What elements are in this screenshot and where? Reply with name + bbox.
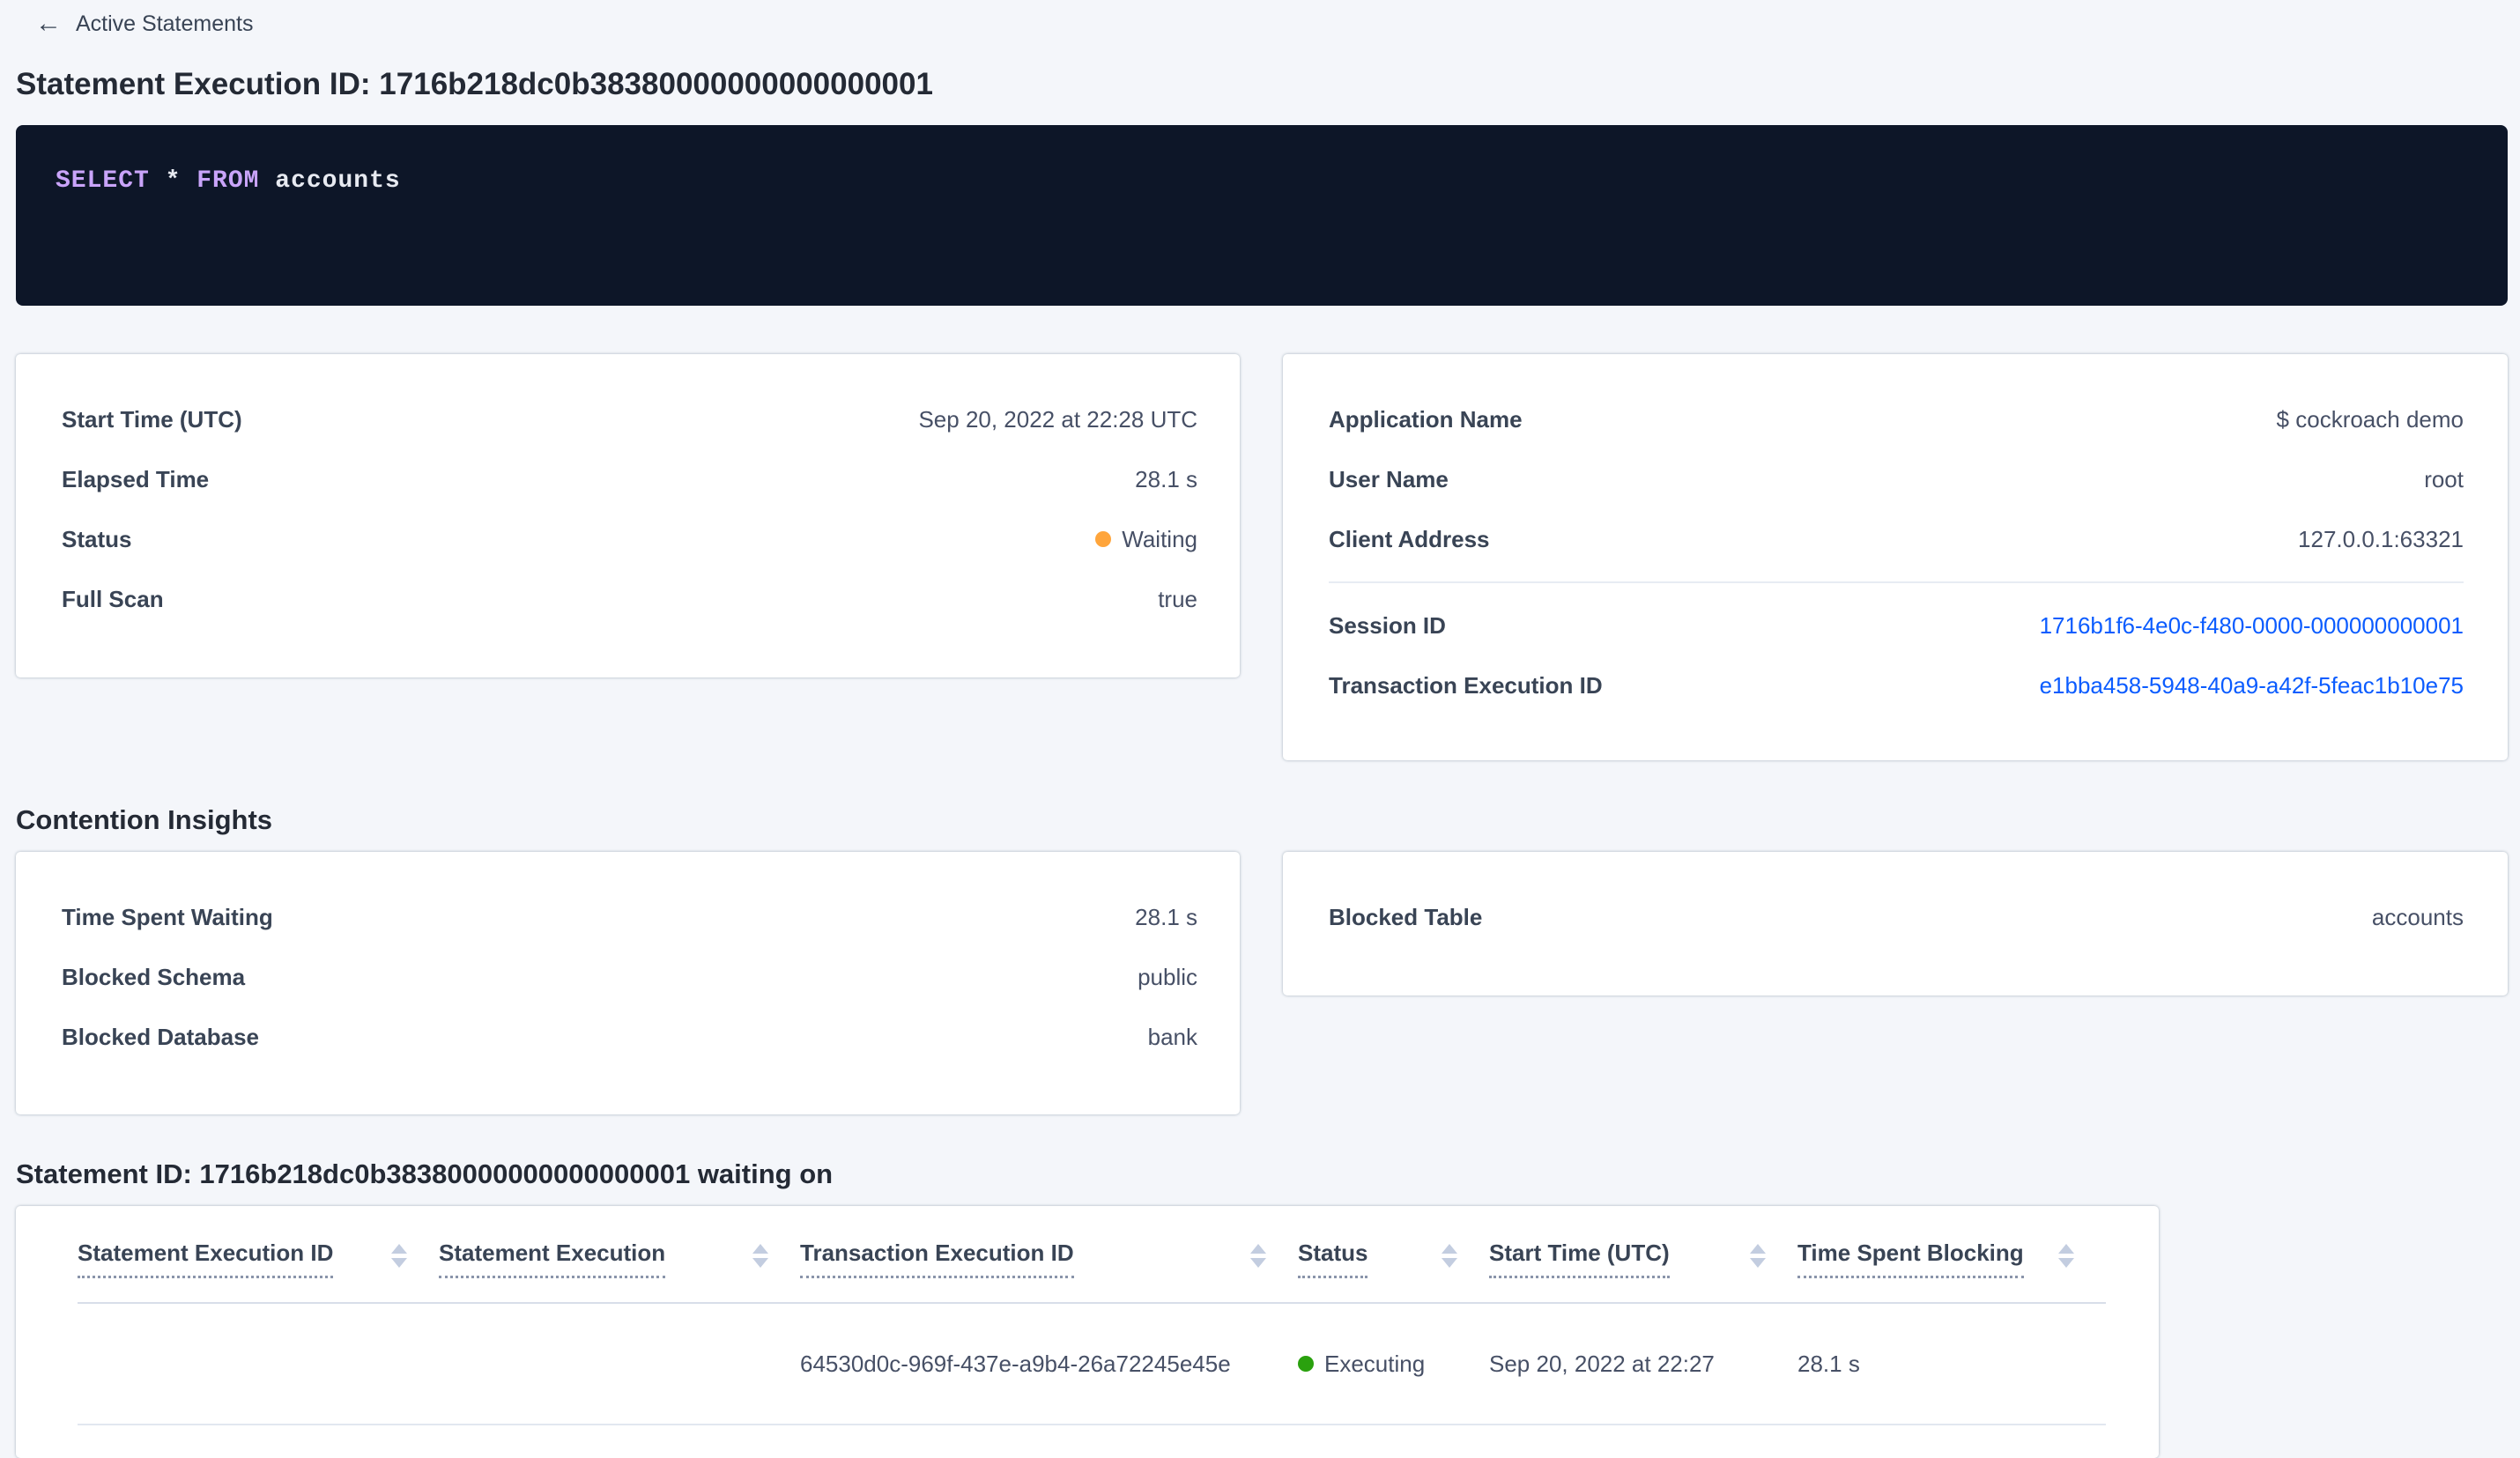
transaction-execution-id-label: Transaction Execution ID [1329, 671, 1603, 699]
time-spent-waiting-row: Time Spent Waiting 28.1 s [62, 887, 1197, 947]
blocked-database-label: Blocked Database [62, 1023, 259, 1050]
status-waiting-dot-icon [1095, 531, 1112, 547]
status-value: Waiting [1095, 526, 1197, 553]
status-executing-dot-icon [1298, 1356, 1314, 1372]
client-address-row: Client Address 127.0.0.1:63321 [1329, 509, 2464, 569]
session-id-link[interactable]: 1716b1f6-4e0c-f480-0000-000000000001 [2040, 612, 2464, 640]
transaction-execution-id-row: Transaction Execution ID e1bba458-5948-4… [1329, 655, 2464, 715]
column-header-label: Status [1298, 1240, 1368, 1278]
full-scan-label: Full Scan [62, 585, 164, 612]
back-arrow-icon: ← [35, 9, 62, 38]
blocked-table-label: Blocked Table [1329, 903, 1483, 930]
time-spent-waiting-label: Time Spent Waiting [62, 903, 273, 930]
page-title: Statement Execution ID: 1716b218dc0b3838… [16, 67, 933, 101]
sql-keyword: FROM [196, 167, 260, 195]
blocked-database-row: Blocked Database bank [62, 1007, 1197, 1067]
contention-waiting-card: Time Spent Waiting 28.1 s Blocked Schema… [16, 852, 1240, 1114]
user-name-value: root [2424, 465, 2464, 492]
session-details-card: Application Name $ cockroach demo User N… [1283, 354, 2508, 760]
client-address-label: Client Address [1329, 525, 1490, 552]
blocked-schema-value: public [1138, 963, 1197, 990]
column-header-label: Transaction Execution ID [800, 1240, 1074, 1278]
application-name-row: Application Name $ cockroach demo [1329, 389, 2464, 449]
cell-status: Executing [1298, 1351, 1489, 1378]
status-label: Status [62, 525, 132, 552]
sort-icon[interactable] [1442, 1244, 1457, 1268]
status-row: Status Waiting [62, 509, 1197, 569]
cell-transaction-execution-id: 64530d0c-969f-437e-a9b4-26a72245e45e [800, 1350, 1231, 1377]
sql-text: * [149, 167, 197, 195]
start-time-label: Start Time (UTC) [62, 405, 242, 433]
cell-time-spent-blocking: 28.1 s [1797, 1350, 1860, 1377]
application-name-label: Application Name [1329, 405, 1523, 433]
column-header-label: Statement Execution [439, 1240, 666, 1278]
blocked-table-value: accounts [2371, 903, 2464, 930]
table-row: 64530d0c-969f-437e-a9b4-26a72245e45e Exe… [78, 1304, 2106, 1425]
sort-icon[interactable] [1250, 1244, 1266, 1268]
sort-icon[interactable] [1750, 1244, 1766, 1268]
user-name-label: User Name [1329, 465, 1449, 492]
application-name-value: $ cockroach demo [2276, 405, 2464, 433]
status-text: Waiting [1122, 525, 1197, 552]
blocked-table-row: Blocked Table accounts [1329, 887, 2464, 947]
column-header-transaction-execution-id[interactable]: Transaction Execution ID [800, 1240, 1298, 1302]
blocked-database-value: bank [1147, 1023, 1197, 1050]
column-header-statement-execution[interactable]: Statement Execution [439, 1240, 800, 1302]
full-scan-row: Full Scan true [62, 569, 1197, 629]
full-scan-value: true [1158, 585, 1197, 612]
elapsed-time-row: Elapsed Time 28.1 s [62, 449, 1197, 509]
column-header-status[interactable]: Status [1298, 1240, 1489, 1302]
sort-icon[interactable] [752, 1244, 768, 1268]
start-time-row: Start Time (UTC) Sep 20, 2022 at 22:28 U… [62, 389, 1197, 449]
user-name-row: User Name root [1329, 449, 2464, 509]
column-header-start-time[interactable]: Start Time (UTC) [1489, 1240, 1797, 1302]
column-header-label: Start Time (UTC) [1489, 1240, 1670, 1278]
elapsed-time-value: 28.1 s [1135, 465, 1197, 492]
column-header-time-spent-blocking[interactable]: Time Spent Blocking [1797, 1240, 2106, 1302]
column-header-label: Statement Execution ID [78, 1240, 334, 1278]
sql-keyword: SELECT [56, 167, 150, 195]
cell-status-text: Executing [1324, 1350, 1426, 1377]
sql-text: accounts [259, 167, 401, 195]
time-spent-waiting-value: 28.1 s [1135, 903, 1197, 930]
session-id-row: Session ID 1716b1f6-4e0c-f480-0000-00000… [1329, 596, 2464, 655]
sql-statement-box: SELECT * FROM accounts [16, 125, 2508, 306]
blocked-schema-row: Blocked Schema public [62, 947, 1197, 1007]
card-divider [1329, 581, 2464, 583]
waiting-statements-table: Statement Execution ID Statement Executi… [16, 1206, 2159, 1458]
client-address-value: 127.0.0.1:63321 [2298, 525, 2464, 552]
back-link-label: Active Statements [76, 11, 254, 36]
contention-insights-heading: Contention Insights [16, 804, 273, 835]
elapsed-time-label: Elapsed Time [62, 465, 210, 492]
contention-blocked-card: Blocked Table accounts [1283, 852, 2508, 995]
session-id-label: Session ID [1329, 611, 1446, 639]
column-header-label: Time Spent Blocking [1797, 1240, 2024, 1278]
back-link-active-statements[interactable]: ← Active Statements [35, 11, 253, 37]
sort-icon[interactable] [391, 1244, 407, 1268]
column-header-statement-execution-id[interactable]: Statement Execution ID [78, 1240, 439, 1302]
statement-execution-details-page: ← Active Statements Statement Execution … [0, 0, 2520, 1458]
cell-start-time: Sep 20, 2022 at 22:27 [1489, 1350, 1715, 1377]
sort-icon[interactable] [2058, 1244, 2074, 1268]
sql-statement-text: SELECT * FROM accounts [56, 167, 401, 195]
start-time-value: Sep 20, 2022 at 22:28 UTC [918, 405, 1197, 433]
waiting-on-heading: Statement ID: 1716b218dc0b38380000000000… [16, 1158, 834, 1189]
statement-overview-card: Start Time (UTC) Sep 20, 2022 at 22:28 U… [16, 354, 1240, 677]
transaction-execution-id-link[interactable]: e1bba458-5948-40a9-a42f-5feac1b10e75 [2040, 672, 2464, 699]
table-header-row: Statement Execution ID Statement Executi… [78, 1206, 2106, 1304]
blocked-schema-label: Blocked Schema [62, 963, 246, 990]
